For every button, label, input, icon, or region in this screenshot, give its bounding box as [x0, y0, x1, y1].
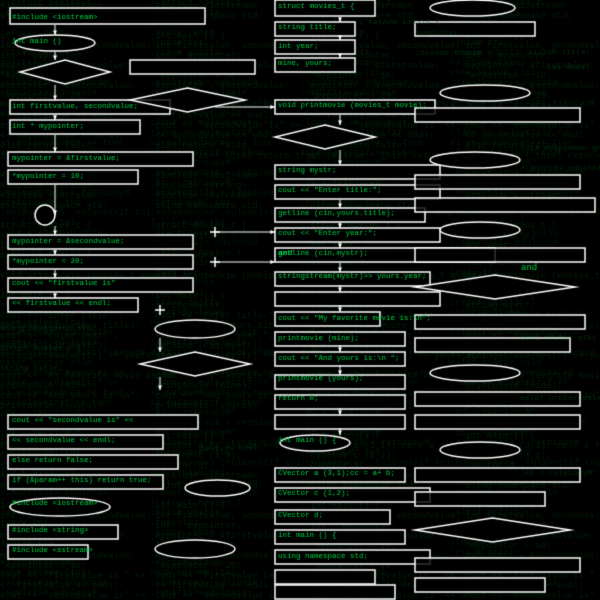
background-canvas	[0, 0, 600, 600]
code-canvas	[0, 0, 600, 600]
